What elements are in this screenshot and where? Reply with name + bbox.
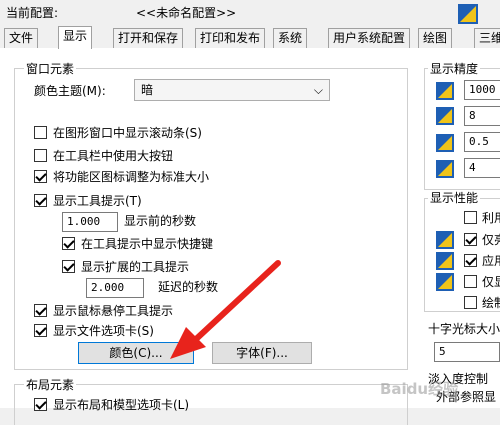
crosshair-size-input[interactable]: 5 [434,342,500,362]
current-config-label: 当前配置: [6,6,59,20]
contour-lines-icon [436,160,454,178]
layout-elements-title: 布局元素 [24,378,77,392]
show-shortcut-checkbox[interactable] [62,237,75,250]
tab-plot-publish[interactable]: 打印和发布 [195,28,266,48]
delay-before-input[interactable]: 1.000 [62,212,118,232]
tab-user-preferences[interactable]: 用户系统配置 [328,28,411,48]
perf-icon-4 [436,273,454,291]
contour-lines-input[interactable]: 4 [464,158,500,178]
perf-label-1: 利用 [482,211,500,225]
large-buttons-checkbox[interactable] [34,149,47,162]
delay-before-label: 显示前的秒数 [124,214,197,228]
hover-tooltip-checkbox[interactable] [34,304,47,317]
color-theme-value: 暗 [141,83,154,97]
window-elements-title: 窗口元素 [24,62,77,76]
watermark: Baidu经验 [380,380,459,398]
display-resolution-title: 显示精度 [428,62,481,76]
tab-drafting[interactable]: 绘图 [418,28,453,48]
crosshair-title: 十字光标大小 [428,322,500,336]
perf-checkbox-5[interactable] [464,296,477,309]
perf-label-3: 应用 [482,254,500,268]
rendered-smoothness-icon [436,134,454,152]
perf-label-5: 绘制 [482,296,500,310]
perf-checkbox-2[interactable] [464,233,477,246]
layout-tabs-checkbox[interactable] [34,398,47,411]
show-shortcut-label: 在工具提示中显示快捷键 [81,237,214,251]
file-tabs-label: 显示文件选项卡(S) [53,324,154,338]
perf-checkbox-3[interactable] [464,254,477,267]
perf-icon-2 [436,231,454,249]
rendered-smoothness-input[interactable]: 0.5 [464,132,500,152]
perf-checkbox-1[interactable] [464,211,477,224]
display-performance-title: 显示性能 [428,191,481,205]
color-theme-select[interactable]: 暗 ⌵ [134,79,330,101]
color-theme-label: 颜色主题(M): [34,84,106,98]
tab-display[interactable]: 显示 [58,26,93,49]
tab-open-save[interactable]: 打开和保存 [113,28,184,48]
scrollbars-checkbox[interactable] [34,126,47,139]
arc-smoothness-input[interactable]: 1000 [464,80,500,100]
arc-smoothness-icon [436,82,454,100]
tab-file[interactable]: 文件 [4,28,39,48]
layout-tabs-label: 显示布局和模型选项卡(L) [53,398,190,412]
tab-3d[interactable]: 三维 [474,28,500,48]
current-config-value: <<未命名配置>> [136,6,237,20]
hover-tooltip-label: 显示鼠标悬停工具提示 [53,304,174,318]
file-tabs-checkbox[interactable] [34,324,47,337]
perf-label-2: 仅亮 [482,233,500,247]
perf-icon-3 [436,252,454,270]
perf-checkbox-4[interactable] [464,275,477,288]
large-buttons-label: 在工具栏中使用大按钮 [53,149,174,163]
extended-delay-input[interactable]: 2.000 [86,278,144,298]
red-arrow-annotation [170,260,281,359]
ribbon-icons-checkbox[interactable] [34,170,47,183]
chevron-down-icon: ⌵ [313,83,323,97]
ribbon-icons-label: 将功能区图标调整为标准大小 [53,170,210,184]
tab-strip: 文件 显示 打开和保存 打印和发布 系统 用户系统配置 绘图 三维 [0,26,500,49]
polyline-segments-input[interactable]: 8 [464,106,500,126]
scrollbars-label: 在图形窗口中显示滚动条(S) [53,126,202,140]
show-extended-checkbox[interactable] [62,260,75,273]
drawing-icon [458,4,478,24]
polyline-segments-icon [436,107,454,125]
perf-label-4: 仅显 [482,275,500,289]
config-header: 当前配置: <<未命名配置>> [0,0,500,26]
show-tooltips-checkbox[interactable] [34,194,47,207]
tab-system[interactable]: 系统 [273,28,308,48]
show-tooltips-label: 显示工具提示(T) [53,194,142,208]
